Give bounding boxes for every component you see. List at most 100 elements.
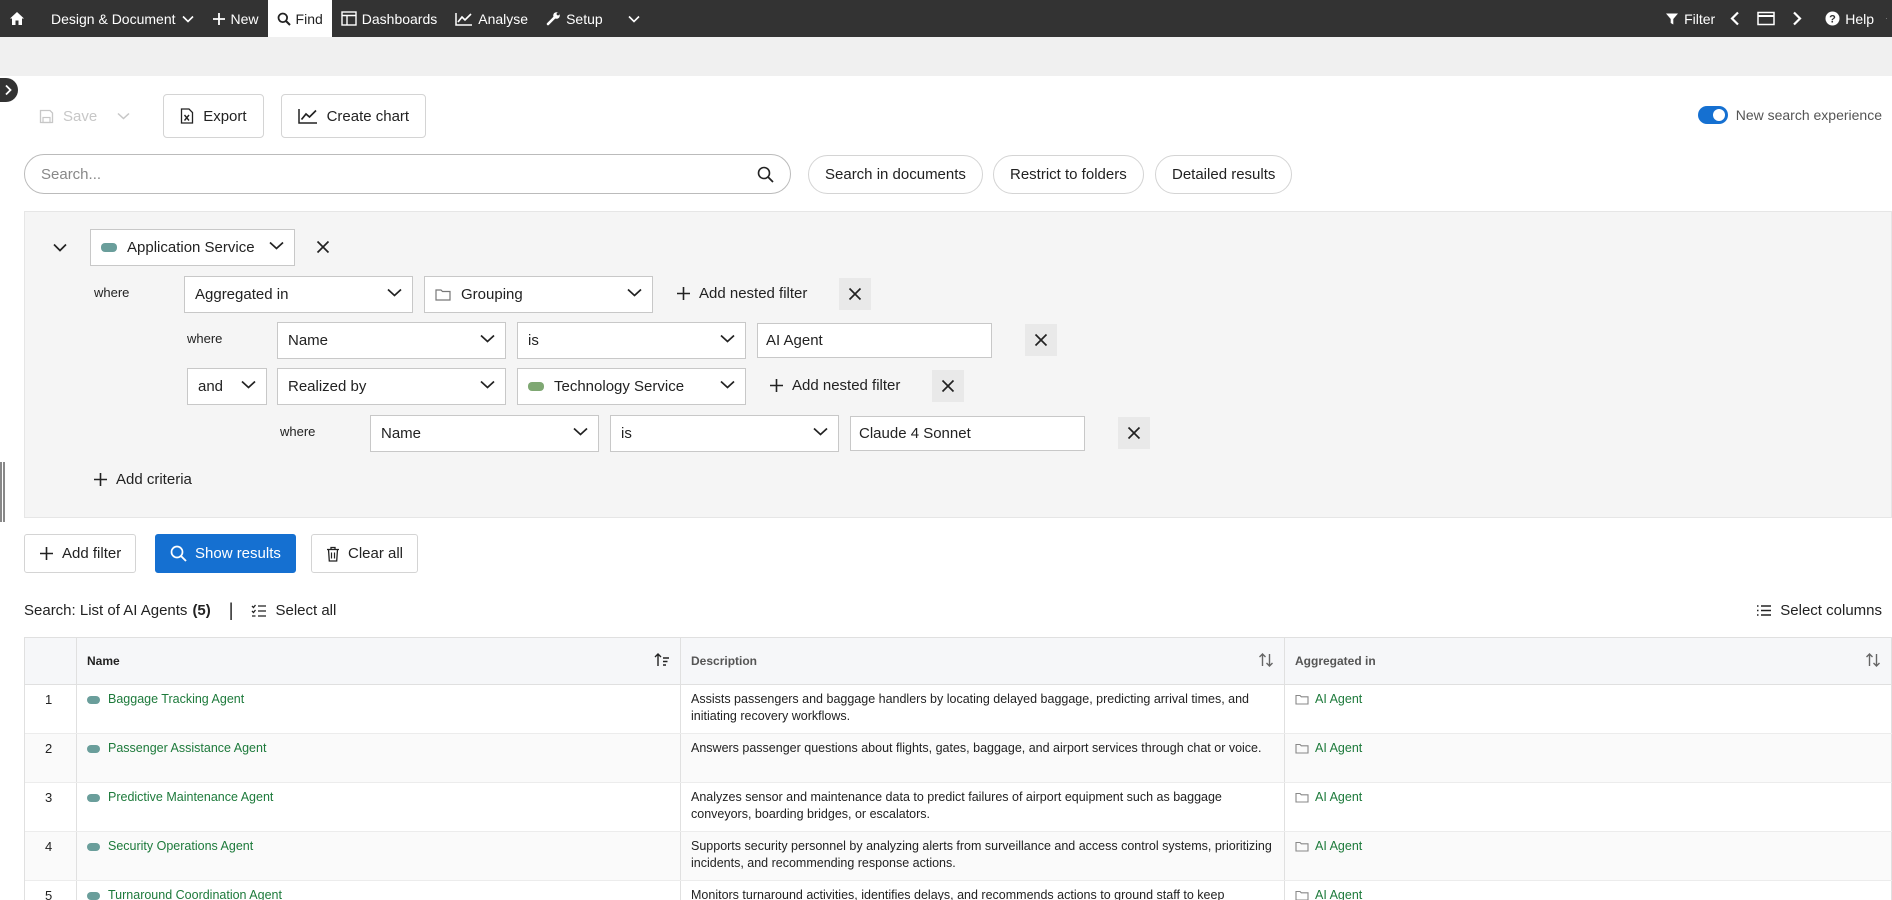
more-menu[interactable] [612, 0, 654, 37]
results-count: (5) [192, 601, 211, 619]
object-name-link[interactable]: Predictive Maintenance Agent [87, 789, 273, 806]
object-name-link[interactable]: Turnaround Coordination Agent [87, 887, 282, 900]
table-row[interactable]: 4 Security Operations Agent Supports sec… [25, 832, 1892, 881]
relation-select[interactable]: Realized by [277, 368, 506, 405]
aggregated-in-text: AI Agent [1315, 888, 1363, 900]
search-icon[interactable] [757, 166, 774, 183]
aggregated-in-link[interactable]: AI Agent [1295, 887, 1362, 900]
save-options-dropdown[interactable] [112, 94, 144, 138]
forward-button[interactable] [1786, 0, 1813, 37]
dashboards-label: Dashboards [361, 10, 438, 27]
table-row[interactable]: 3 Predictive Maintenance Agent Analyzes … [25, 783, 1892, 832]
attribute-value: Name [288, 332, 329, 349]
add-nested-filter-button[interactable]: Add nested filter [676, 285, 807, 302]
setup-menu[interactable]: Setup [537, 0, 612, 37]
home-icon [10, 12, 24, 25]
resize-handle[interactable] [0, 462, 5, 522]
chevron-down-icon [720, 380, 735, 389]
results-label: Search: List of AI Agents [24, 601, 188, 619]
connector-select[interactable]: and [187, 368, 267, 405]
new-menu[interactable]: New [203, 0, 268, 37]
analyse-menu[interactable]: Analyse [446, 0, 537, 37]
aggregated-in-column-header[interactable]: Aggregated in [1285, 638, 1892, 684]
remove-relation-button[interactable] [932, 370, 964, 402]
close-icon [316, 240, 330, 254]
remove-object-type-button[interactable] [307, 231, 339, 263]
value-input[interactable]: Claude 4 Sonnet [850, 416, 1085, 451]
relation-select[interactable]: Aggregated in [184, 276, 413, 313]
remove-condition-button[interactable] [1118, 417, 1150, 449]
object-name-link[interactable]: Baggage Tracking Agent [87, 691, 244, 708]
target-type-value: Grouping [461, 286, 523, 303]
find-label: Find [295, 10, 323, 27]
sort-ascending-icon[interactable] [654, 652, 670, 668]
show-results-button[interactable]: Show results [155, 534, 296, 573]
user-icon [1886, 18, 1887, 19]
home-button[interactable] [0, 0, 38, 37]
select-all-label: Select all [275, 601, 337, 619]
help-button[interactable]: ? Help [1813, 0, 1882, 37]
name-column-header[interactable]: Name [77, 638, 681, 684]
new-search-experience-toggle[interactable] [1697, 106, 1728, 124]
chevron-right-icon [4, 84, 12, 96]
find-menu[interactable]: Find [267, 0, 332, 37]
add-filter-button[interactable]: Add filter [24, 534, 137, 573]
attribute-select[interactable]: Name [370, 415, 599, 452]
value-input[interactable]: AI Agent [757, 323, 992, 358]
aggregated-in-link[interactable]: AI Agent [1295, 740, 1362, 757]
table-row[interactable]: 2 Passenger Assistance Agent Answers pas… [25, 734, 1892, 783]
table-row[interactable]: 5 Turnaround Coordination Agent Monitors… [25, 881, 1892, 900]
folder-icon [1295, 841, 1309, 852]
analyse-label: Analyse [478, 10, 529, 27]
target-type-select[interactable]: Grouping [424, 276, 653, 313]
detailed-results-button[interactable]: Detailed results [1155, 155, 1293, 194]
object-name-link[interactable]: Security Operations Agent [87, 838, 253, 855]
object-name-text: Baggage Tracking Agent [108, 692, 245, 706]
back-button[interactable] [1724, 0, 1751, 37]
sort-icon[interactable] [1865, 652, 1881, 668]
filter-button[interactable]: Filter [1656, 0, 1724, 37]
design-document-menu[interactable]: Design & Document [38, 0, 203, 37]
search-in-documents-button[interactable]: Search in documents [808, 155, 983, 194]
add-nested-filter-button[interactable]: Add nested filter [769, 377, 900, 394]
remove-condition-button[interactable] [1025, 324, 1057, 356]
clear-all-button[interactable]: Clear all [311, 534, 419, 573]
aggregated-in-link[interactable]: AI Agent [1295, 838, 1362, 855]
description-column-header[interactable]: Description [681, 638, 1285, 684]
add-criteria-button[interactable]: Add criteria [93, 471, 192, 488]
select-columns-button[interactable]: Select columns [1756, 602, 1882, 619]
aggregated-in-link[interactable]: AI Agent [1295, 691, 1362, 708]
export-button[interactable]: Export [163, 94, 264, 138]
operator-select[interactable]: is [517, 322, 746, 359]
object-type-select[interactable]: Application Service [90, 229, 295, 266]
name-column-label: Name [87, 654, 120, 668]
search-input[interactable] [41, 165, 757, 183]
restrict-to-folders-button[interactable]: Restrict to folders [993, 155, 1144, 194]
attribute-select[interactable]: Name [277, 322, 506, 359]
chevron-right-icon [1793, 11, 1802, 26]
target-type-value: Technology Service [554, 378, 685, 395]
select-all-button[interactable]: Select all [251, 602, 336, 619]
object-name-text: Security Operations Agent [108, 839, 254, 853]
user-button[interactable] [1882, 0, 1892, 37]
create-chart-button[interactable]: Create chart [280, 94, 427, 138]
aggregated-in-link[interactable]: AI Agent [1295, 789, 1362, 806]
row-number: 5 [25, 881, 77, 900]
sidebar-toggle[interactable] [0, 78, 18, 102]
trash-icon [327, 546, 339, 562]
object-name-link[interactable]: Passenger Assistance Agent [87, 740, 266, 757]
remove-relation-button[interactable] [839, 278, 871, 310]
folder-icon [1295, 890, 1309, 900]
table-row[interactable]: 1 Baggage Tracking Agent Assists passeng… [25, 685, 1892, 734]
dashboards-menu[interactable]: Dashboards [332, 0, 447, 37]
sort-icon[interactable] [1258, 652, 1274, 668]
save-button[interactable]: Save [24, 94, 113, 138]
window-button[interactable] [1751, 0, 1786, 37]
chevron-left-icon [1730, 11, 1739, 26]
aggregated-in-cell: AI Agent [1285, 734, 1892, 782]
collapse-filter-button[interactable] [44, 231, 76, 263]
results-separator: | [228, 599, 234, 620]
wrench-icon [546, 12, 560, 26]
target-type-select[interactable]: Technology Service [517, 368, 746, 405]
operator-select[interactable]: is [610, 415, 839, 452]
